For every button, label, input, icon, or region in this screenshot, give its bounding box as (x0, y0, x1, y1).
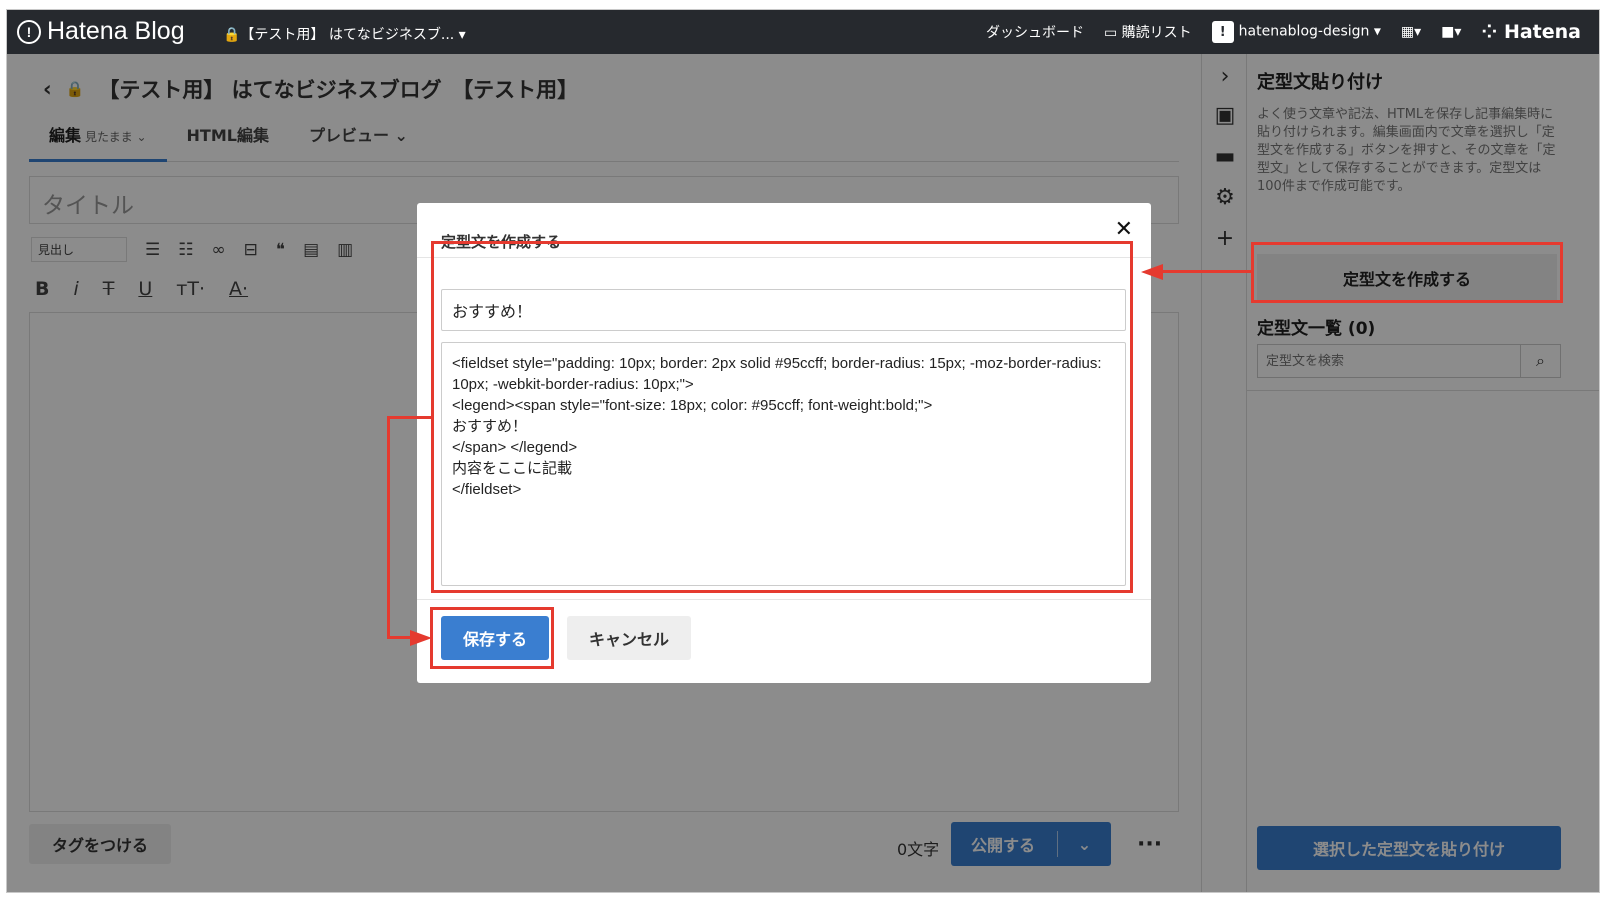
hatena-blog-logo[interactable]: ! Hatena Blog (17, 17, 185, 46)
annotation-arrowhead-right (410, 630, 432, 646)
blog-selector[interactable]: 🔒【テスト用】 はてなビジネスブ... ▾ (223, 24, 466, 44)
annotation-line-h-bottom (387, 636, 411, 639)
annotation-box-create-button (1251, 242, 1563, 303)
avatar: ! (1211, 21, 1234, 43)
user-menu[interactable]: ! hatenablog-design ▾ (1211, 21, 1381, 43)
brand-label: Hatena Blog (47, 17, 185, 45)
hatena-link[interactable]: ⁘ Hatena (1481, 21, 1581, 43)
reading-list-label: 購読リスト (1121, 25, 1192, 41)
annotation-line-h-top (387, 416, 431, 419)
top-navbar: ! Hatena Blog 🔒【テスト用】 はてなビジネスブ... ▾ ダッシュ… (7, 10, 1599, 54)
annotation-box-save-button (430, 607, 554, 669)
cancel-button[interactable]: キャンセル (567, 616, 691, 660)
hatena-label: Hatena (1503, 21, 1581, 43)
hatena-logo-icon: ! (17, 19, 41, 44)
dialog-divider-bottom (417, 599, 1151, 600)
hatena-dots-icon: ⁘ (1481, 21, 1504, 43)
reading-list-icon: ▭ (1103, 25, 1122, 41)
close-icon[interactable]: ✕ (1115, 217, 1133, 242)
app-window: ! Hatena Blog 🔒【テスト用】 はてなビジネスブ... ▾ ダッシュ… (6, 9, 1600, 893)
apps-grid-icon[interactable]: ▦▾ (1401, 24, 1421, 40)
annotation-line-vertical (387, 416, 390, 639)
annotation-box-dialog-content (431, 241, 1133, 593)
user-name: hatenablog-design ▾ (1238, 23, 1381, 40)
reading-list-link[interactable]: ▭ 購読リスト (1104, 22, 1192, 42)
annotation-line-to-dialog (1163, 270, 1251, 273)
annotation-arrowhead-left (1141, 264, 1163, 280)
dashboard-link[interactable]: ダッシュボード (986, 22, 1084, 42)
notification-icon[interactable]: ■▾ (1441, 24, 1461, 40)
